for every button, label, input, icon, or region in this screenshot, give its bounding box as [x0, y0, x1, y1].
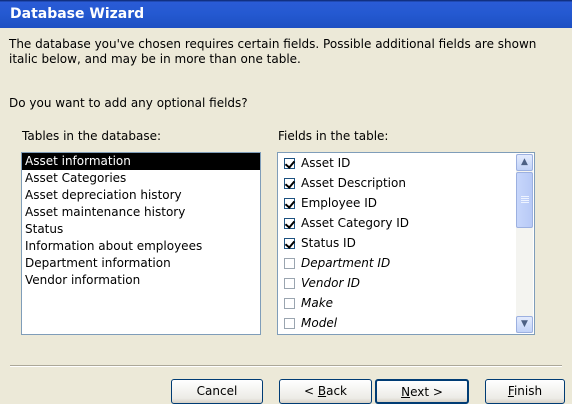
field-checkbox[interactable]	[284, 178, 295, 189]
button-divider	[10, 365, 562, 367]
fields-label: Fields in the table:	[278, 129, 389, 143]
table-list-item[interactable]: Department information	[22, 255, 260, 272]
field-label: Asset Category ID	[301, 216, 410, 230]
field-label: Make	[301, 296, 334, 310]
field-label: Department ID	[301, 256, 391, 270]
scroll-up-button[interactable]: ▲	[516, 154, 533, 171]
field-list-item[interactable]: Make	[281, 295, 511, 315]
table-list-item[interactable]: Status	[22, 221, 260, 238]
table-list-item[interactable]: Asset maintenance history	[22, 204, 260, 221]
window-title: Database Wizard	[10, 6, 145, 22]
field-checkbox[interactable]	[284, 218, 295, 229]
field-list-item[interactable]: Asset Description	[281, 175, 511, 195]
fields-scrollbar[interactable]: ▲ ▼	[516, 154, 533, 333]
field-label: Status ID	[301, 236, 356, 250]
question-text: Do you want to add any optional fields?	[9, 96, 248, 110]
table-list-item[interactable]: Asset information	[22, 153, 260, 170]
back-button[interactable]: < Back	[279, 379, 372, 404]
field-list-item[interactable]: Department ID	[281, 255, 511, 275]
field-list-item[interactable]: Employee ID	[281, 195, 511, 215]
field-label: Model	[301, 316, 338, 330]
field-list-item[interactable]: Vendor ID	[281, 275, 511, 295]
field-label: Employee ID	[301, 196, 378, 210]
field-checkbox[interactable]	[284, 278, 295, 289]
tables-label: Tables in the database:	[22, 129, 162, 143]
table-list-item[interactable]: Vendor information	[22, 272, 260, 289]
field-checkbox[interactable]	[284, 198, 295, 209]
scroll-thumb[interactable]	[516, 172, 533, 228]
table-list-item[interactable]: Asset depreciation history	[22, 187, 260, 204]
field-checkbox[interactable]	[284, 298, 295, 309]
table-list-item[interactable]: Asset Categories	[22, 170, 260, 187]
field-checkbox[interactable]	[284, 318, 295, 329]
field-checkbox[interactable]	[284, 158, 295, 169]
field-checkbox[interactable]	[284, 238, 295, 249]
scroll-down-button[interactable]: ▼	[516, 316, 533, 333]
finish-button[interactable]: Finish	[485, 379, 565, 404]
title-bar: Database Wizard	[0, 0, 572, 28]
field-label: Asset ID	[301, 156, 351, 170]
cancel-button[interactable]: Cancel	[171, 379, 263, 404]
field-list-item[interactable]: Model	[281, 315, 511, 334]
description-text: The database you've chosen requires cert…	[9, 37, 537, 66]
next-button[interactable]: Next >	[375, 379, 469, 404]
tables-listbox[interactable]: Asset information Asset Categories Asset d…	[21, 152, 261, 335]
fields-listbox[interactable]: ▲ ▼ Asset ID Asset Description Employee ID…	[277, 152, 535, 335]
table-list-item[interactable]: Information about employees	[22, 238, 260, 255]
field-label: Vendor ID	[301, 276, 360, 290]
field-list-item[interactable]: Asset ID	[281, 155, 511, 175]
field-list-item[interactable]: Asset Category ID	[281, 215, 511, 235]
field-checkbox[interactable]	[284, 258, 295, 269]
field-list-item[interactable]: Status ID	[281, 235, 511, 255]
field-label: Asset Description	[301, 176, 406, 190]
